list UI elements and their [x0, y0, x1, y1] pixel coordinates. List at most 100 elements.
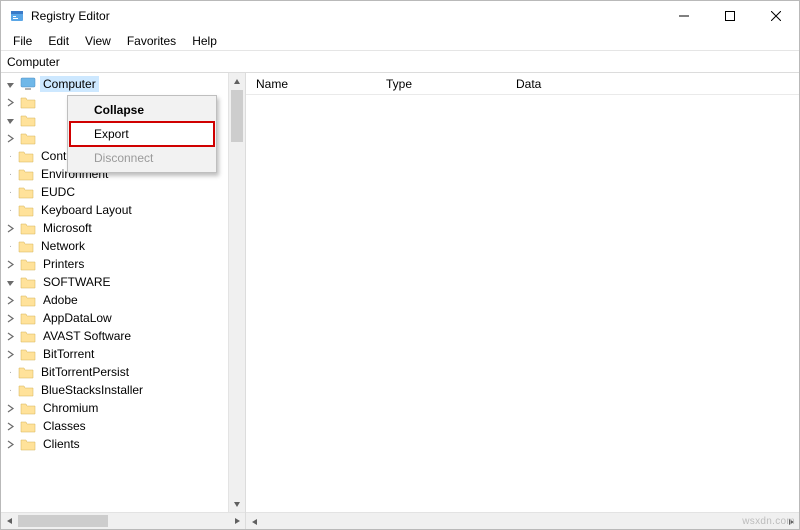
scroll-thumb[interactable]: [231, 90, 243, 142]
tree-item-classes[interactable]: Classes: [1, 417, 245, 435]
expander-icon[interactable]: [5, 259, 16, 270]
tree-root-computer[interactable]: Computer: [1, 75, 245, 93]
folder-icon: [20, 437, 36, 451]
tree-item-eudc[interactable]: ·EUDC: [1, 183, 245, 201]
maximize-button[interactable]: [707, 1, 753, 31]
minimize-button[interactable]: [661, 1, 707, 31]
expander-icon[interactable]: [5, 331, 16, 342]
computer-icon: [20, 77, 36, 91]
folder-icon: [20, 401, 36, 415]
scroll-left-button[interactable]: [1, 513, 18, 530]
expander-icon[interactable]: [5, 403, 16, 414]
menu-view[interactable]: View: [77, 32, 119, 50]
tree-item-network[interactable]: ·Network: [1, 237, 245, 255]
tree-item-label: Chromium: [40, 400, 101, 416]
context-menu: Collapse Export Disconnect: [67, 95, 217, 173]
folder-icon: [18, 365, 34, 379]
tree-item-label: BitTorrent: [40, 346, 97, 362]
watermark: wsxdn.com: [742, 516, 795, 527]
tree-horizontal-scrollbar[interactable]: [1, 512, 245, 529]
scroll-left-button[interactable]: [246, 513, 263, 530]
tree-item-label: BitTorrentPersist: [38, 364, 132, 380]
folder-icon: [20, 347, 36, 361]
tree-item-clients[interactable]: Clients: [1, 435, 245, 453]
folder-icon: [20, 257, 36, 271]
expander-icon[interactable]: [5, 313, 16, 324]
tree-item-label: [40, 137, 46, 139]
tree-item-software[interactable]: SOFTWARE: [1, 273, 245, 291]
list-header: Name Type Data: [246, 73, 799, 95]
tree-item-bittorrent[interactable]: BitTorrent: [1, 345, 245, 363]
folder-icon: [18, 383, 34, 397]
folder-icon: [20, 113, 36, 127]
tree-item-chromium[interactable]: Chromium: [1, 399, 245, 417]
expander-icon[interactable]: [5, 97, 16, 108]
tree-item-keyboard-layout[interactable]: ·Keyboard Layout: [1, 201, 245, 219]
folder-icon: [20, 293, 36, 307]
folder-icon: [20, 131, 36, 145]
context-collapse[interactable]: Collapse: [70, 98, 214, 122]
registry-editor-window: Registry Editor File Edit View Favorites…: [0, 0, 800, 530]
expander-icon[interactable]: [5, 223, 16, 234]
tree-item-avast[interactable]: AVAST Software: [1, 327, 245, 345]
tree-item-label: Adobe: [40, 292, 81, 308]
tree-item-bittorrentpersist[interactable]: ·BitTorrentPersist: [1, 363, 245, 381]
app-icon: [9, 8, 25, 24]
expander-icon[interactable]: [5, 133, 16, 144]
scroll-right-button[interactable]: [228, 513, 245, 530]
tree-item-label: AVAST Software: [40, 328, 134, 344]
column-name[interactable]: Name: [256, 77, 386, 91]
list-horizontal-scrollbar[interactable]: [246, 512, 799, 529]
tree-item-microsoft[interactable]: Microsoft: [1, 219, 245, 237]
tree-item-appdatalow[interactable]: AppDataLow: [1, 309, 245, 327]
list-body[interactable]: [246, 95, 799, 512]
expander-icon[interactable]: [5, 79, 16, 90]
column-type[interactable]: Type: [386, 77, 516, 91]
window-title: Registry Editor: [31, 9, 110, 23]
expander-icon[interactable]: [5, 349, 16, 360]
address-path: Computer: [7, 55, 60, 69]
tree-item-adobe[interactable]: Adobe: [1, 291, 245, 309]
folder-icon: [20, 95, 36, 109]
tree-item-printers[interactable]: Printers: [1, 255, 245, 273]
expander-icon[interactable]: [5, 277, 16, 288]
tree-item-label: AppDataLow: [40, 310, 115, 326]
folder-icon: [20, 329, 36, 343]
folder-icon: [20, 311, 36, 325]
expander-icon[interactable]: [5, 295, 16, 306]
tree-vertical-scrollbar[interactable]: [228, 73, 245, 512]
expander-icon[interactable]: [5, 439, 16, 450]
address-bar[interactable]: Computer: [1, 51, 799, 73]
tree-item-label: [40, 101, 46, 103]
context-export[interactable]: Export: [70, 122, 214, 146]
expander-icon[interactable]: [5, 115, 16, 126]
context-disconnect: Disconnect: [70, 146, 214, 170]
tree-item-label: [40, 119, 46, 121]
tree-item-label: Network: [38, 238, 88, 254]
folder-icon: [18, 167, 34, 181]
tree-item-label: Printers: [40, 256, 87, 272]
menu-favorites[interactable]: Favorites: [119, 32, 184, 50]
list-pane: Name Type Data: [246, 73, 799, 529]
scroll-up-button[interactable]: [229, 73, 245, 90]
menubar: File Edit View Favorites Help: [1, 31, 799, 51]
folder-icon: [20, 419, 36, 433]
tree-item-label: Classes: [40, 418, 89, 434]
tree-item-bluestacks[interactable]: ·BlueStacksInstaller: [1, 381, 245, 399]
scroll-down-button[interactable]: [229, 495, 245, 512]
close-button[interactable]: [753, 1, 799, 31]
folder-icon: [18, 239, 34, 253]
scroll-thumb[interactable]: [18, 515, 108, 527]
tree-item-label: BlueStacksInstaller: [38, 382, 146, 398]
folder-icon: [18, 203, 34, 217]
menu-help[interactable]: Help: [184, 32, 225, 50]
expander-icon[interactable]: [5, 421, 16, 432]
menu-file[interactable]: File: [5, 32, 40, 50]
menu-edit[interactable]: Edit: [40, 32, 77, 50]
tree-item-label: Microsoft: [40, 220, 95, 236]
folder-icon: [20, 275, 36, 289]
folder-icon: [18, 149, 34, 163]
column-data[interactable]: Data: [516, 77, 799, 91]
titlebar: Registry Editor: [1, 1, 799, 31]
folder-icon: [20, 221, 36, 235]
